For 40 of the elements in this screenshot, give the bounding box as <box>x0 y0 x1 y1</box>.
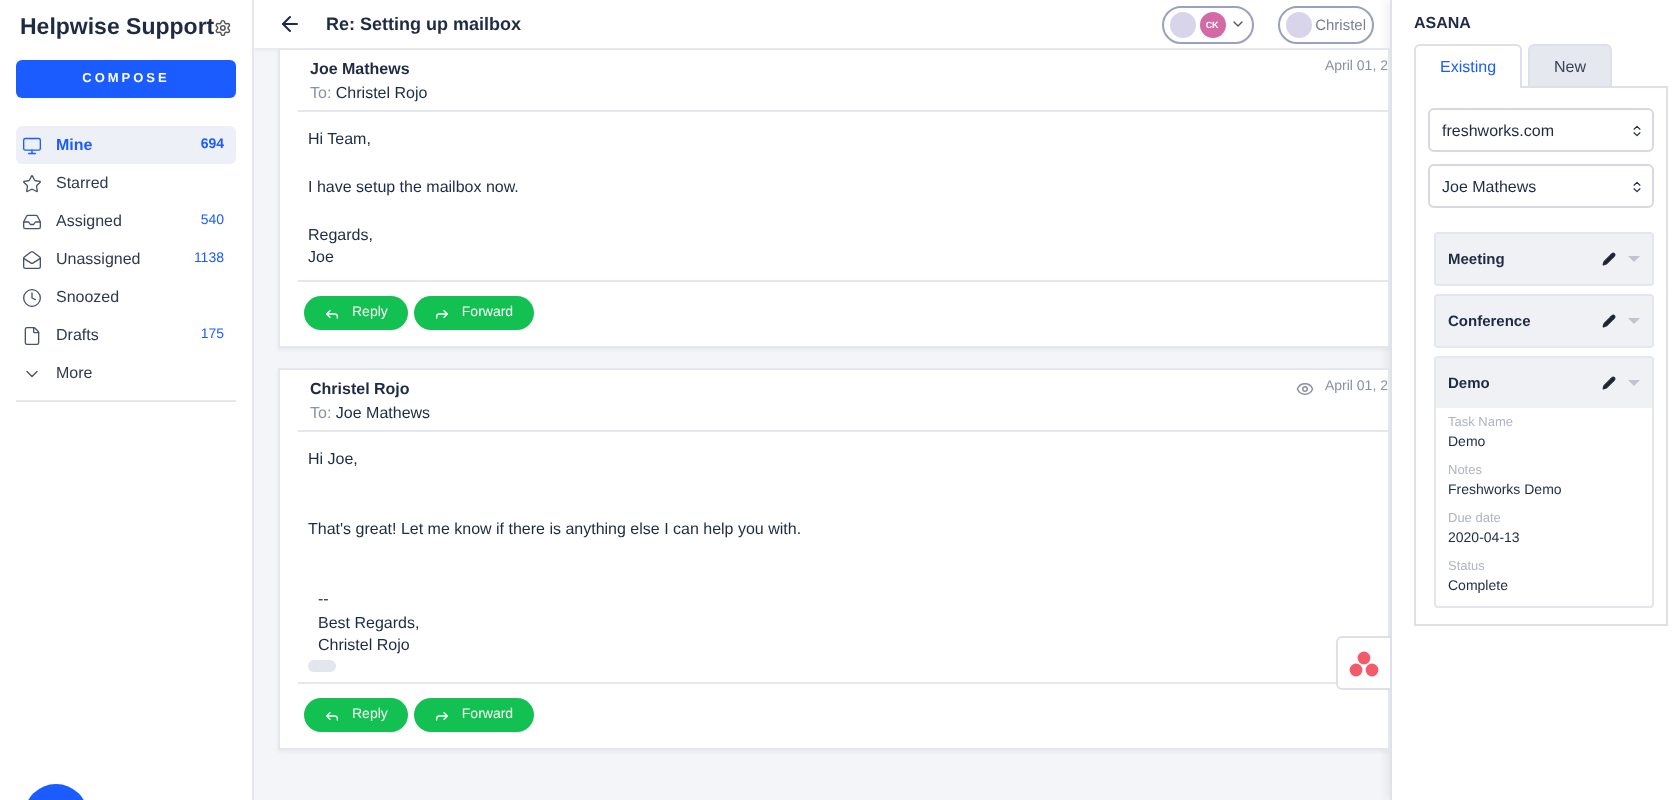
document-icon <box>22 325 42 345</box>
forward-icon <box>433 707 450 724</box>
panel-title: ASANA <box>1414 14 1473 32</box>
message-text: That's great! Let me know if there is anything else I can help you with. <box>308 517 804 542</box>
up-down-icon <box>1630 179 1644 193</box>
conversation-subject: Re: Setting up mailbox <box>326 14 524 34</box>
settings-icon[interactable] <box>214 18 232 38</box>
message-text: Regards, Joe <box>308 223 375 271</box>
asana-button[interactable] <box>1336 636 1392 690</box>
back-icon[interactable] <box>278 12 302 36</box>
pencil-icon[interactable] <box>1602 314 1616 328</box>
message-text: I have setup the mailbox now. <box>308 175 521 200</box>
mailbox-title: Helpwise Support <box>20 16 215 40</box>
inbox-icon <box>22 211 42 231</box>
sidebar-item[interactable]: Starred <box>16 164 236 202</box>
sidebar-item[interactable]: Snoozed <box>16 278 236 316</box>
sidebar-item[interactable]: More <box>16 354 236 392</box>
three-dots-logo-icon <box>1348 649 1380 677</box>
select-field[interactable]: Joe Mathews <box>1428 164 1654 208</box>
star-icon <box>22 173 42 193</box>
pencil-icon[interactable] <box>1602 252 1616 266</box>
sender-name: Joe Mathews <box>310 60 412 78</box>
reply-icon <box>324 707 340 724</box>
select-field[interactable]: freshworks.com <box>1428 108 1654 152</box>
reply-icon <box>324 305 340 322</box>
recipient-line: To: Joe Mathews <box>310 404 431 423</box>
forward-icon <box>433 305 450 322</box>
open-envelope-icon <box>22 249 42 269</box>
panel-tab[interactable]: New <box>1528 44 1613 88</box>
message-text: Hi Joe, <box>308 448 360 472</box>
message-text: Hi Team, <box>308 128 373 152</box>
recipient-line: To: Christel Rojo <box>310 84 428 102</box>
signature-text: -- Best Regards, Christel Rojo <box>316 587 422 659</box>
chevron-down-icon <box>1229 16 1246 32</box>
panel-tab[interactable]: Existing <box>1414 44 1523 88</box>
monitor-icon <box>22 135 42 155</box>
up-down-icon <box>1630 123 1644 137</box>
clock-icon <box>22 287 42 307</box>
sender-name: Christel Rojo <box>310 380 412 399</box>
pencil-icon[interactable] <box>1602 376 1616 390</box>
